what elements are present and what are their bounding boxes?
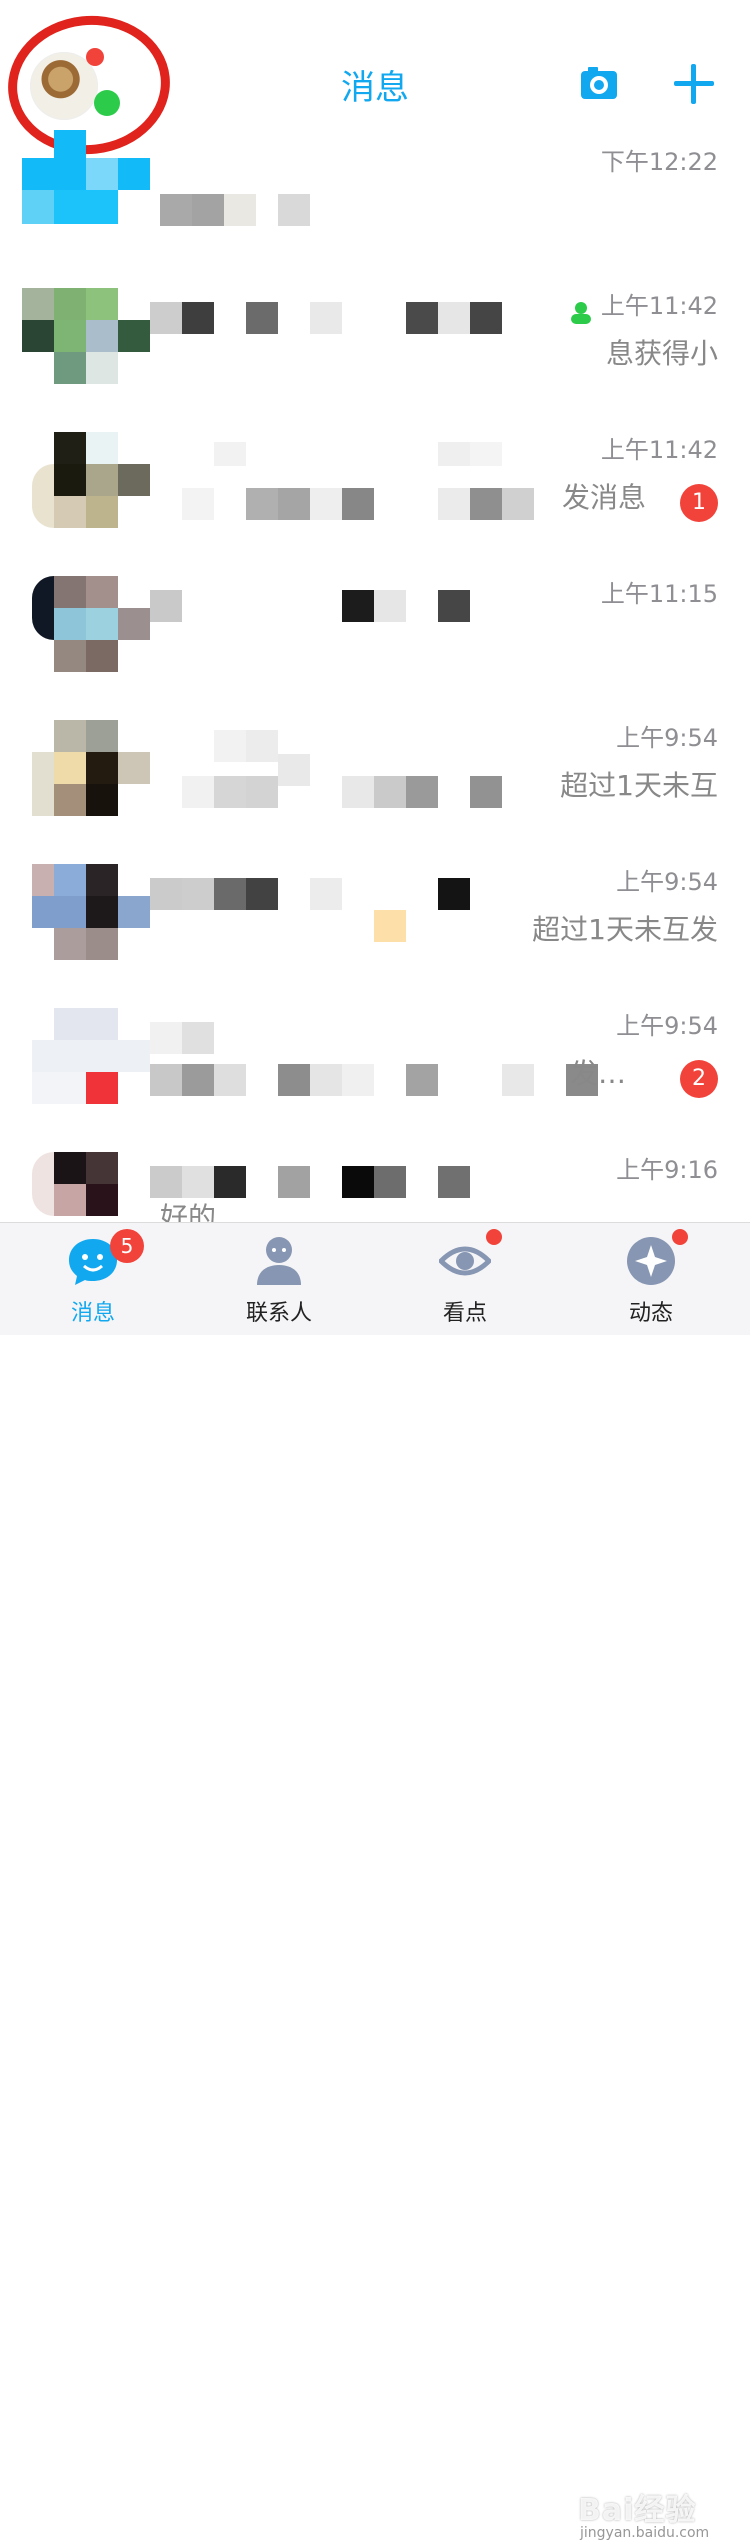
conversation-row[interactable]: 上午11:42 息获得小 [0, 274, 750, 418]
contact-name-blurred [150, 1008, 580, 1054]
contact-avatar [22, 576, 150, 672]
contact-avatar [22, 432, 150, 528]
contact-name-blurred [150, 864, 580, 942]
page-title: 消息 [341, 68, 409, 108]
watermark-url: jingyan.baidu.com [580, 2525, 710, 2541]
message-time: 上午9:54 [616, 868, 718, 896]
message-time: 上午9:54 [616, 724, 718, 752]
contact-avatar [22, 1008, 150, 1104]
contact-name-blurred [150, 288, 580, 334]
message-preview: 息获得小 [605, 337, 718, 370]
tab-discover[interactable]: 看点 [390, 1223, 540, 1335]
message-time: 上午11:42 [600, 436, 718, 464]
unread-badge: 2 [680, 1060, 718, 1098]
message-time: 上午11:42 [600, 292, 718, 320]
message-preview: 发消息 [561, 481, 646, 514]
conversation-row[interactable]: 上午11:15 [0, 562, 750, 706]
contact-name-blurred [160, 144, 580, 226]
star-compass-icon [627, 1237, 675, 1285]
conversation-row[interactable]: 上午9:54 发… 2 [0, 994, 750, 1138]
contact-avatar [22, 720, 150, 816]
conversation-row[interactable]: 下午12:22 [0, 130, 750, 274]
tab-messages[interactable]: 5 消息 [18, 1223, 168, 1335]
conversation-row[interactable]: 上午11:42 发消息 1 [0, 418, 750, 562]
add-plus-icon[interactable] [672, 62, 716, 106]
message-time: 上午11:15 [600, 580, 718, 608]
bottom-tab-bar: 5 消息 联系人 看点 动态 Bai经验 jingyan.baidu.com [0, 1222, 750, 2541]
tab-new-dot [486, 1229, 502, 1245]
eye-icon [439, 1246, 491, 1276]
contact-name-blurred [160, 432, 580, 472]
conversation-row[interactable]: 上午9:54 超过1天未互发 [0, 850, 750, 994]
message-time: 上午9:16 [616, 1156, 718, 1184]
conversation-list: 下午12:22 上午11:42 息获得小 上午11:42 发消息 1 上午11:… [0, 130, 750, 1282]
tab-contacts[interactable]: 联系人 [204, 1223, 354, 1335]
message-preview: 超过1天未互发 [532, 913, 718, 946]
tab-label: 看点 [442, 1301, 487, 1326]
conversation-row[interactable]: 上午9:54 超过1天未互 [0, 706, 750, 850]
contact-icon [571, 302, 591, 324]
camera-icon[interactable] [580, 64, 618, 102]
watermark: Bai经验 [578, 2493, 697, 2528]
message-time: 下午12:22 [600, 148, 718, 176]
person-icon [257, 1237, 301, 1285]
contact-name-blurred [160, 720, 580, 786]
unread-badge: 1 [680, 484, 718, 522]
contact-avatar [22, 130, 150, 226]
contact-name-blurred [150, 1152, 580, 1198]
tab-label: 联系人 [245, 1301, 312, 1326]
contact-avatar [22, 864, 150, 960]
tab-unread-badge: 5 [110, 1229, 144, 1263]
message-time: 上午9:54 [616, 1012, 718, 1040]
tab-label: 动态 [628, 1301, 673, 1326]
tab-moments[interactable]: 动态 [576, 1223, 726, 1335]
message-preview: 超过1天未互 [560, 769, 718, 802]
tab-label: 消息 [70, 1301, 115, 1326]
message-preview: 发… [569, 1057, 626, 1090]
contact-avatar [22, 288, 150, 384]
top-bar: 消息 [0, 0, 750, 163]
tab-new-dot [672, 1229, 688, 1245]
contact-name-blurred [150, 576, 580, 622]
